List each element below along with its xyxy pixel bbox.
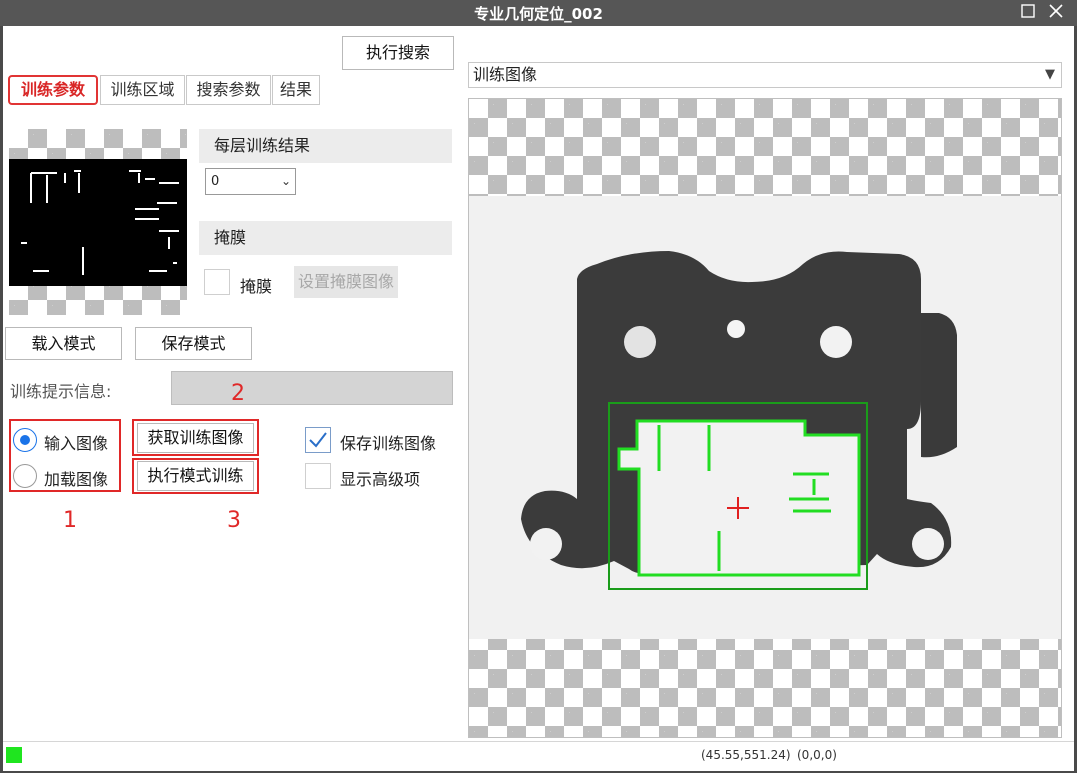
pixel-value: (0,0,0) (797, 748, 837, 762)
chevron-down-icon: ⌄ (280, 174, 291, 188)
train-result-header: 每层训练结果 (199, 129, 452, 163)
load-image-radio[interactable] (13, 464, 37, 488)
execute-model-train-button[interactable]: 执行模式训练 (137, 461, 254, 491)
train-model-thumbnail (9, 129, 187, 315)
title-bar: 专业几何定位_002 (0, 0, 1077, 26)
show-advanced-checkbox[interactable] (305, 463, 331, 489)
train-image-canvas (469, 196, 1061, 639)
image-select-value: 训练图像 (473, 65, 538, 84)
tab-search-params[interactable]: 搜索参数 (186, 75, 271, 105)
status-indicator (6, 747, 22, 763)
load-image-label: 加载图像 (44, 470, 109, 489)
checkmark-icon (309, 432, 327, 448)
mask-checkbox[interactable] (204, 269, 230, 295)
tab-results[interactable]: 结果 (272, 75, 320, 105)
level-select[interactable]: 0 ⌄ (205, 168, 296, 195)
show-advanced-label: 显示高级项 (340, 470, 421, 489)
tab-train-params[interactable]: 训练参数 (8, 75, 98, 105)
load-model-button[interactable]: 载入模式 (5, 327, 122, 360)
prompt-label: 训练提示信息: (10, 382, 112, 401)
annotation-number-2: 2 (231, 381, 245, 406)
tab-train-region[interactable]: 训练区域 (100, 75, 185, 105)
prompt-field (171, 371, 453, 405)
dialog-body: 执行搜索 训练参数 训练区域 搜索参数 结果 每层训练结果 0 ⌄ 掩膜 掩膜 … (3, 26, 1074, 771)
image-select[interactable]: 训练图像 ▼ (468, 62, 1062, 88)
input-image-radio[interactable] (13, 428, 37, 452)
dropdown-arrow-icon: ▼ (1045, 67, 1055, 82)
save-train-image-label: 保存训练图像 (340, 434, 437, 453)
annotation-number-3: 3 (227, 508, 241, 533)
save-train-image-checkbox[interactable] (305, 427, 331, 453)
mask-header: 掩膜 (199, 221, 452, 255)
input-image-label: 输入图像 (44, 434, 109, 453)
level-select-value: 0 (211, 174, 220, 189)
image-viewer[interactable] (468, 98, 1062, 738)
set-mask-image-button[interactable]: 设置掩膜图像 (294, 266, 398, 298)
get-train-image-button[interactable]: 获取训练图像 (137, 423, 254, 453)
window-title: 专业几何定位_002 (474, 5, 603, 23)
cursor-coordinates: (45.55,551.24) (701, 748, 791, 762)
model-edge-preview (9, 159, 187, 286)
close-icon[interactable] (1046, 3, 1066, 23)
maximize-icon[interactable] (1018, 3, 1038, 23)
status-bar: (45.55,551.24) (0,0,0) (3, 741, 1074, 771)
annotation-number-1: 1 (63, 508, 77, 533)
mask-checkbox-label: 掩膜 (240, 277, 273, 296)
save-model-button[interactable]: 保存模式 (135, 327, 252, 360)
execute-search-button[interactable]: 执行搜索 (342, 36, 454, 70)
